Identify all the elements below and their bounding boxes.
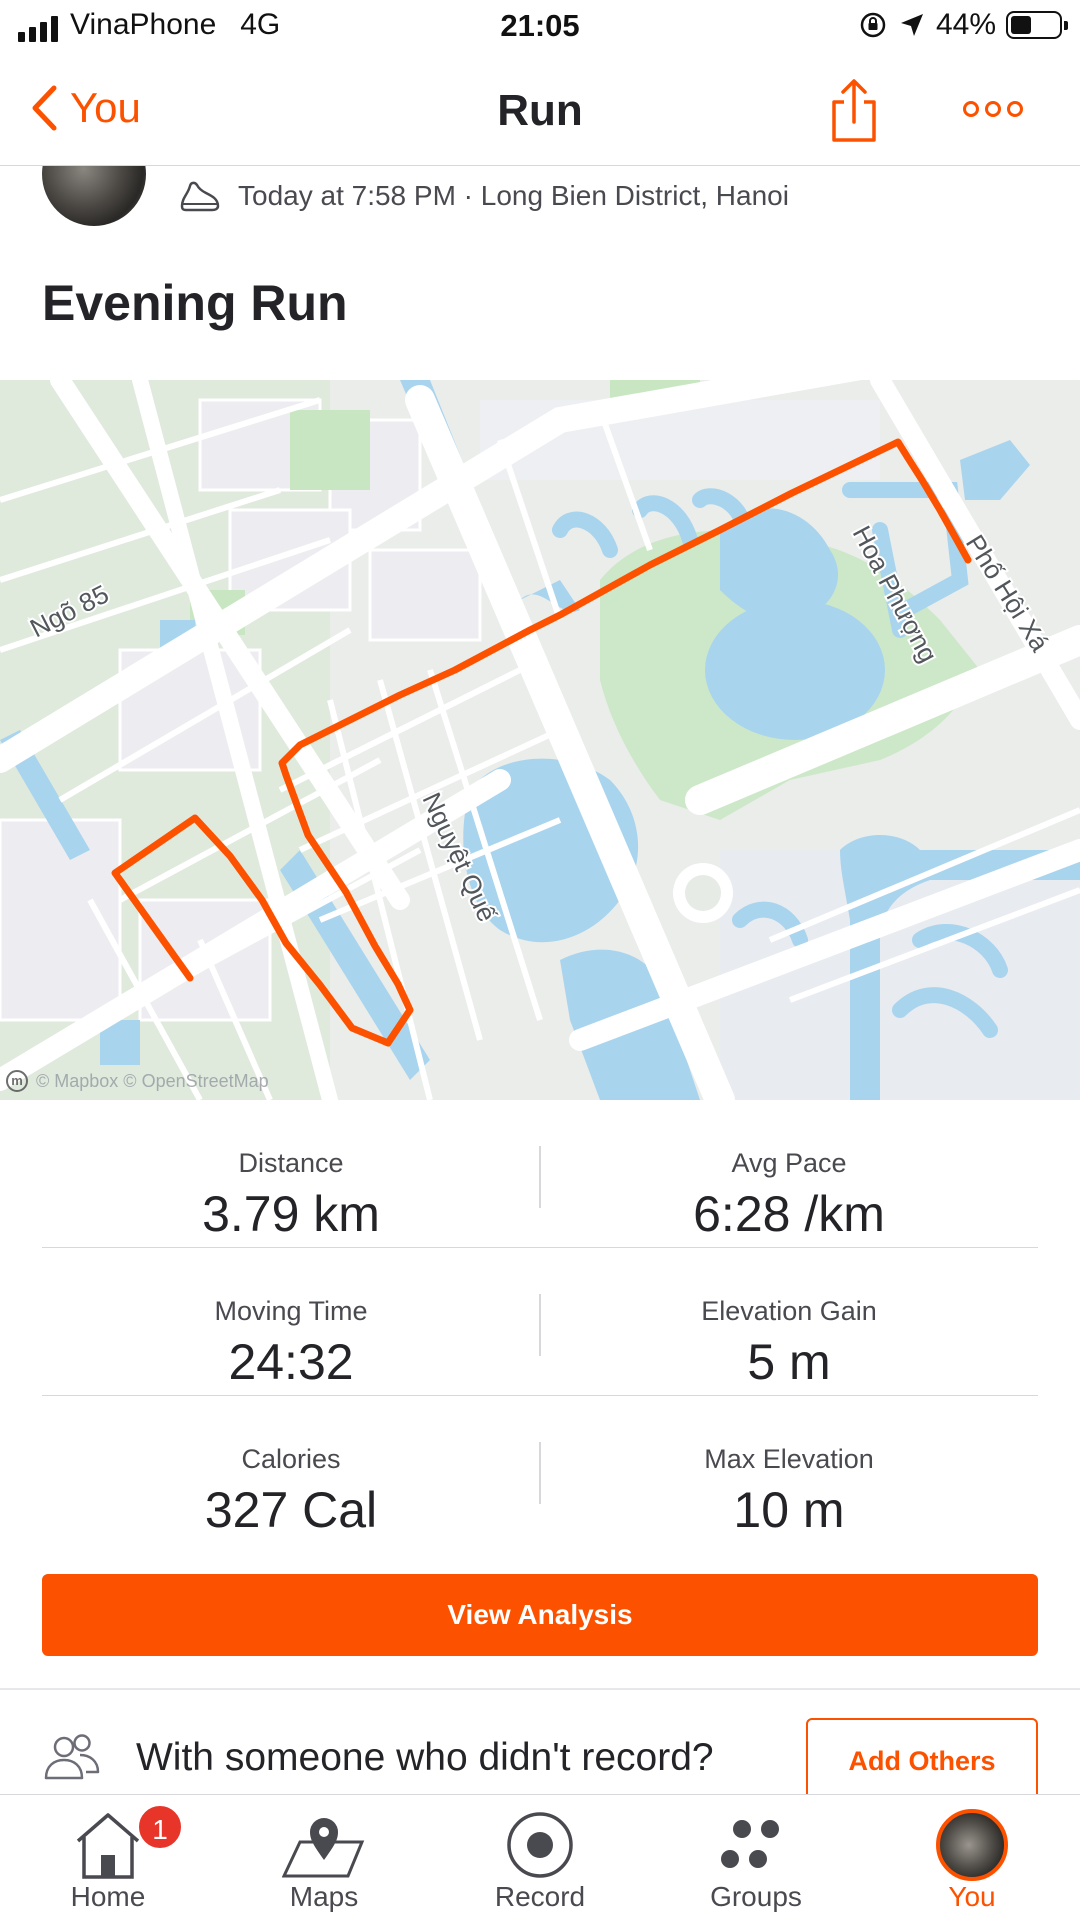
tab-groups-icon-wrap <box>648 1805 864 1885</box>
tab-label: Maps <box>289 1881 359 1912</box>
stat-moving-time: Moving Time 24:32 <box>42 1248 540 1391</box>
tab-home-icon-wrap <box>0 1805 216 1885</box>
tab-you[interactable]: You <box>864 1795 1080 1920</box>
tab-you-icon-wrap <box>864 1805 1080 1885</box>
more-options-button[interactable] <box>962 98 1024 125</box>
page-title: Run <box>497 86 583 135</box>
stat-label: Calories <box>241 1444 341 1474</box>
tab-label: Record <box>494 1881 586 1912</box>
location-arrow-icon <box>900 14 923 36</box>
map-canvas: Ngõ 85 Hoa Phượng Phố Hội Xá Nguyệt Quế <box>0 380 1080 1100</box>
stat-distance: Distance 3.79 km <box>42 1100 540 1243</box>
activity-header: Today at 7:58 PM · Long Bien District, H… <box>0 166 1080 379</box>
route-map[interactable]: Ngõ 85 Hoa Phượng Phố Hội Xá Nguyệt Quế … <box>0 380 1080 1100</box>
home-icon <box>76 1813 140 1879</box>
tab-maps[interactable]: Maps <box>216 1795 432 1920</box>
mapbox-logo-icon: m <box>6 1070 28 1092</box>
tab-label: Groups <box>710 1881 802 1912</box>
stat-elevation-gain: Elevation Gain 5 m <box>540 1248 1038 1391</box>
stat-label: Max Elevation <box>704 1444 874 1474</box>
map-attribution[interactable]: m © Mapbox © OpenStreetMap <box>6 1070 269 1092</box>
athlete-avatar[interactable] <box>42 166 146 226</box>
status-bar: VinaPhone 4G 21:05 44% <box>0 0 1080 58</box>
activity-meta: Today at 7:58 PM · Long Bien District, H… <box>178 176 789 216</box>
tab-record-icon-wrap <box>432 1805 648 1885</box>
maps-icon <box>282 1818 365 1878</box>
stat-label: Elevation Gain <box>701 1296 877 1326</box>
stat-value: 24:32 <box>228 1334 354 1390</box>
tab-home[interactable]: 1 Home <box>0 1795 216 1920</box>
share-icon <box>832 79 876 142</box>
avatar <box>936 1809 1008 1881</box>
stat-value: 327 Cal <box>204 1482 378 1538</box>
stat-label: Avg Pace <box>731 1148 847 1178</box>
tab-groups[interactable]: Groups <box>648 1795 864 1920</box>
battery-icon <box>1006 11 1068 39</box>
stat-max-elevation: Max Elevation 10 m <box>540 1396 1038 1539</box>
status-right: 44% <box>858 8 1068 42</box>
share-button[interactable] <box>826 78 882 149</box>
with-others-row: With someone who didn't record? Add Othe… <box>0 1690 1080 1804</box>
stat-value: 5 m <box>747 1334 831 1390</box>
tab-label: Home <box>70 1881 146 1912</box>
people-icon <box>44 1734 100 1780</box>
notification-badge: 1 <box>136 1803 184 1851</box>
shoe-icon <box>180 181 220 212</box>
stat-value: 3.79 km <box>202 1186 380 1242</box>
activity-date-location: Today at 7:58 PM · Long Bien District, H… <box>238 180 789 211</box>
stat-label: Distance <box>238 1148 344 1178</box>
stat-label: Moving Time <box>214 1296 368 1326</box>
nav-bar: You Run <box>0 58 1080 166</box>
tab-record[interactable]: Record <box>432 1795 648 1920</box>
stat-value: 10 m <box>733 1482 845 1538</box>
stats-grid: Distance 3.79 km Avg Pace 6:28 /km Movin… <box>42 1100 1038 1544</box>
activity-title: Evening Run <box>42 275 348 331</box>
stat-row: Moving Time 24:32 Elevation Gain 5 m <box>42 1248 1038 1396</box>
stat-calories: Calories 327 Cal <box>42 1396 540 1539</box>
map-attribution-text: © Mapbox © OpenStreetMap <box>36 1070 269 1091</box>
stat-value: 6:28 /km <box>693 1186 885 1242</box>
record-icon <box>507 1812 573 1878</box>
battery-percent: 44% <box>935 8 996 41</box>
with-others-text: With someone who didn't record? <box>136 1736 714 1779</box>
more-dots-icon <box>963 101 1023 117</box>
add-others-button[interactable]: Add Others <box>806 1718 1038 1804</box>
orientation-lock-icon <box>860 12 886 38</box>
tab-label: You <box>948 1881 996 1912</box>
stat-row: Calories 327 Cal Max Elevation 10 m <box>42 1396 1038 1544</box>
stat-row: Distance 3.79 km Avg Pace 6:28 /km <box>42 1100 1038 1248</box>
view-analysis-button[interactable]: View Analysis <box>42 1574 1038 1656</box>
stat-avg-pace: Avg Pace 6:28 /km <box>540 1100 1038 1243</box>
tab-maps-icon-wrap <box>216 1805 432 1885</box>
tab-bar: 1 Home Maps Record Groups You <box>0 1794 1080 1920</box>
groups-icon <box>721 1820 779 1868</box>
